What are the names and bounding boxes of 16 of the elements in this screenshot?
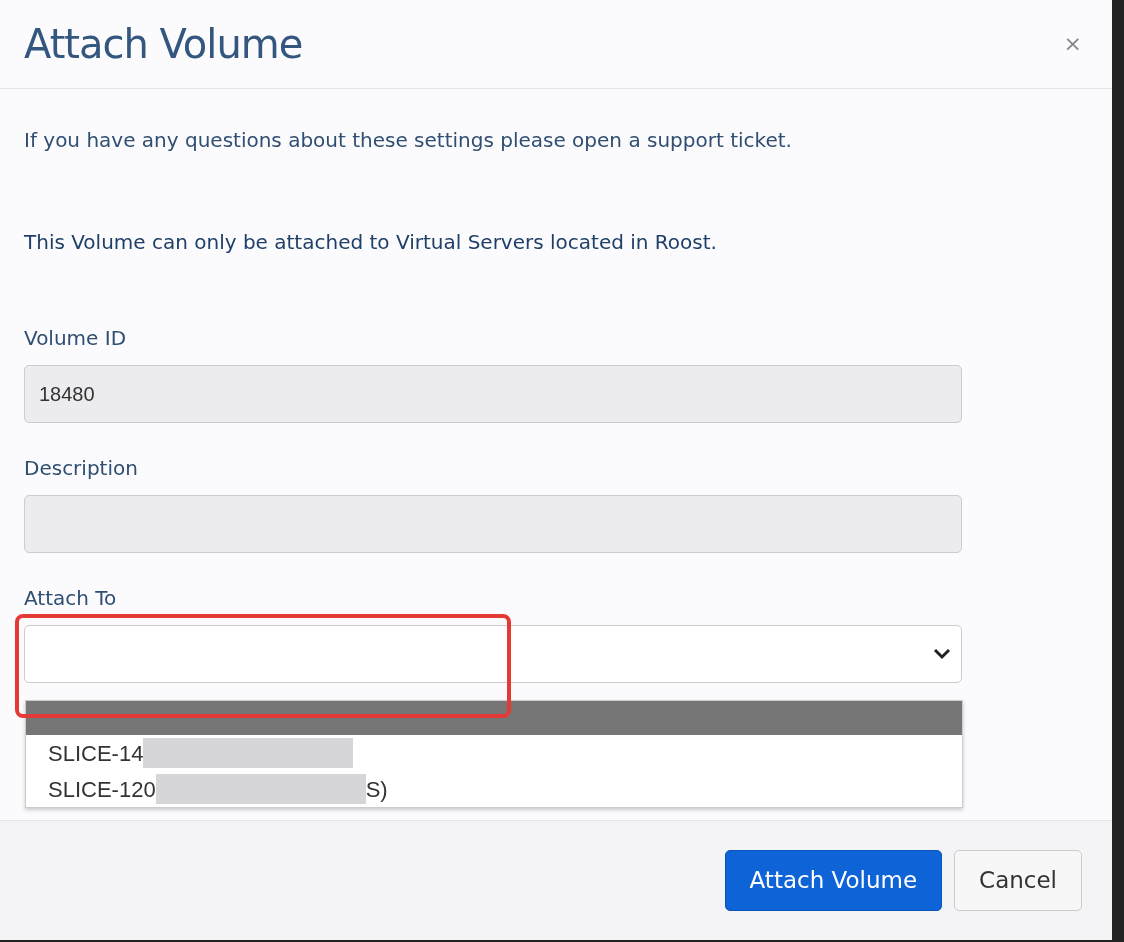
chevron-down-icon [933,648,951,660]
field-label: Attach To [24,585,117,612]
dialog-title: Attach Volume [24,20,303,68]
dropdown-option[interactable]: SLICE-120 S) [26,771,962,807]
notice-text: If you have any questions about these settings please open a support ticket. [24,127,793,154]
option-text: SLICE-14 [48,739,144,768]
attach-button[interactable]: Attach Volume [724,850,943,911]
option-text: SLICE-120 [48,775,156,804]
field-label: Volume ID [24,325,127,352]
dropdown-option[interactable] [26,701,962,735]
dropdown-option[interactable]: SLICE-14 [26,735,962,771]
select-field[interactable] [24,625,962,683]
restriction-text: This Volume can only be attached to Virtual Servers located in Roost. [24,229,718,256]
field-label: Description [24,455,138,482]
option-text: S) [365,775,388,804]
cancel-button[interactable]: Cancel [954,850,1082,911]
